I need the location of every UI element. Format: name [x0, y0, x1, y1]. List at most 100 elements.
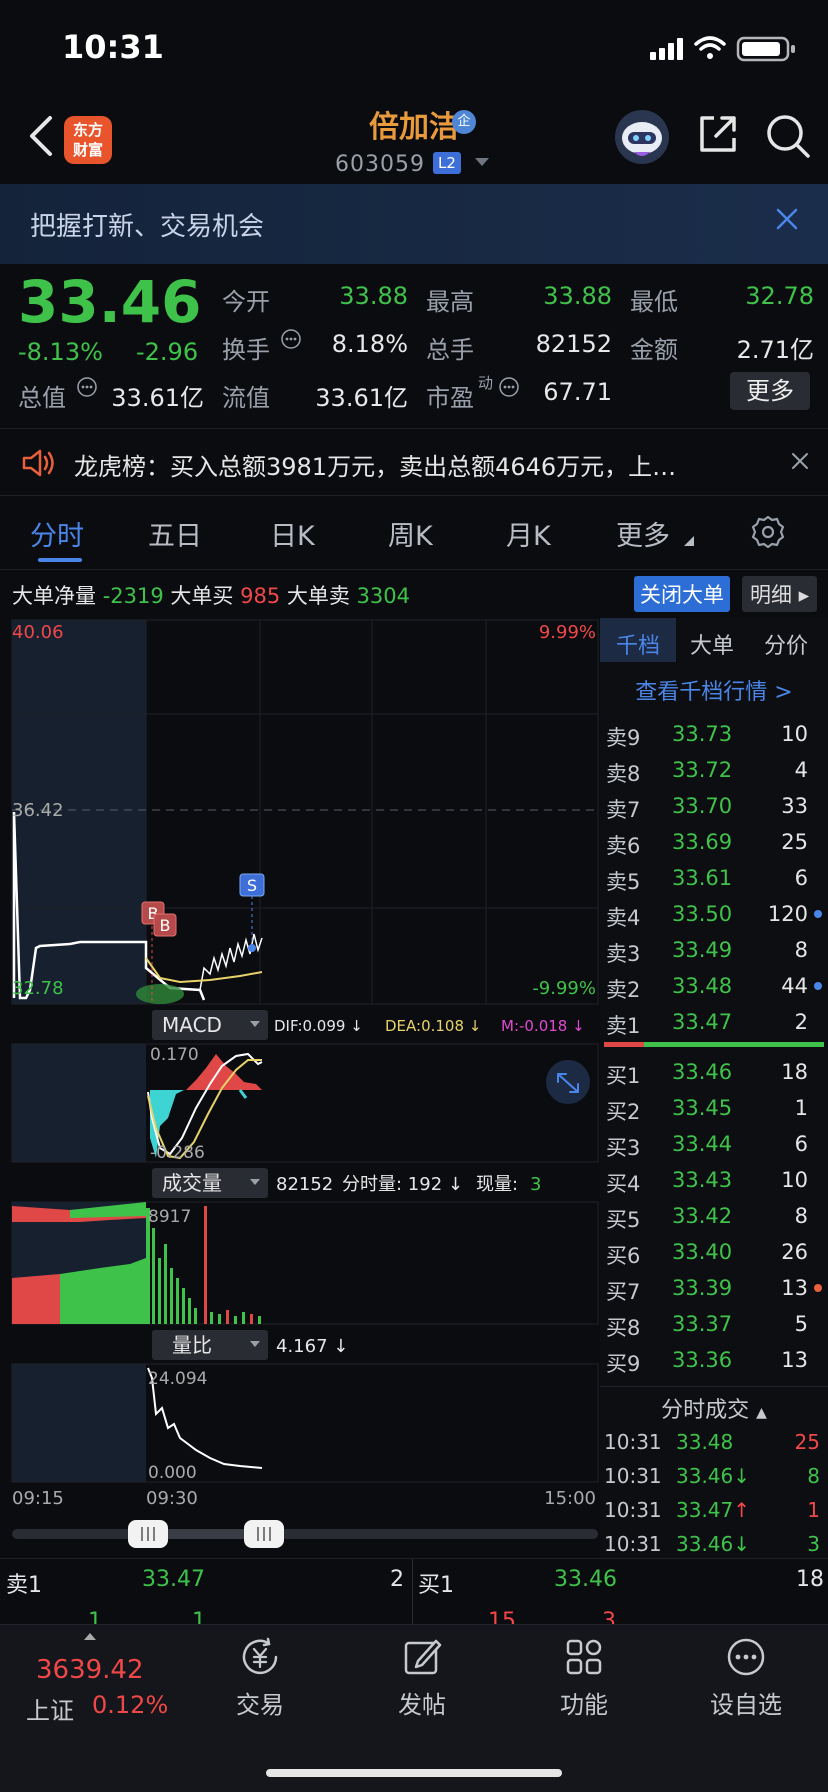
ratio-selector[interactable]: 量比	[152, 1330, 268, 1360]
promo-banner[interactable]: 把握打新、交易机会	[0, 184, 828, 264]
search-icon[interactable]	[764, 112, 812, 160]
ask-row[interactable]: 卖1 33.47 2	[600, 1004, 828, 1040]
book-tab-thousand[interactable]: 千档	[616, 628, 660, 660]
bid-row[interactable]: 买1 33.46 18	[600, 1054, 828, 1090]
trade-row: 10:31 33.48 25	[600, 1426, 828, 1460]
macd-label: MACD	[162, 1013, 222, 1037]
stock-code[interactable]: 603059	[335, 152, 425, 177]
ask-row[interactable]: 卖2 33.48 44	[600, 968, 828, 1004]
trade-price-value: 33.48	[676, 1430, 734, 1454]
ask-row[interactable]: 卖6 33.69 25	[600, 824, 828, 860]
bid-row[interactable]: 买6 33.40 26	[600, 1234, 828, 1270]
gear-icon[interactable]	[750, 514, 786, 550]
sell-value: 3304	[356, 584, 411, 608]
time-range-slider[interactable]	[0, 1512, 600, 1556]
sell-marker-s[interactable]: S	[239, 873, 265, 897]
ask-price: 33.73	[672, 722, 733, 746]
ask-row[interactable]: 卖3 33.49 8	[600, 932, 828, 968]
nav-add-watchlist-label: 设自选	[710, 1691, 782, 1719]
nav-trade[interactable]: 交易	[200, 1635, 320, 1720]
mktcap-value: 33.61亿	[111, 384, 204, 412]
strip-ask-label: 卖1	[6, 1573, 42, 1598]
nav-functions[interactable]: 功能	[524, 1635, 644, 1720]
trade-price: 33.46↓	[676, 1532, 750, 1556]
bid-volume: 8	[794, 1204, 808, 1228]
ask-row[interactable]: 卖4 33.50 120	[600, 896, 828, 932]
dragon-tiger-notice[interactable]: 龙虎榜：买入总额3981万元，卖出总额4646万元，上…	[0, 428, 828, 496]
index-pct: 0.12%	[92, 1691, 169, 1719]
tab-monthly-k[interactable]: 月K	[506, 514, 551, 553]
nav-functions-label: 功能	[560, 1691, 608, 1719]
m-value: M:-0.018 ↓	[501, 1017, 585, 1035]
level2-badge[interactable]: L2	[433, 152, 461, 174]
slider-handle-left[interactable]	[128, 1520, 168, 1548]
robot-assistant-icon[interactable]	[612, 108, 672, 166]
view-thousand-link[interactable]: 查看千档行情 >	[600, 674, 828, 706]
info-dots-icon[interactable]	[76, 376, 98, 398]
time-start: 09:15	[12, 1488, 64, 1509]
slider-handle-right[interactable]	[244, 1520, 284, 1548]
bid-row[interactable]: 买2 33.45 1	[600, 1090, 828, 1126]
buy-marker-b2[interactable]: B	[153, 913, 177, 937]
time-open: 09:30	[146, 1488, 198, 1509]
trades-title[interactable]: 分时成交 ▲	[600, 1392, 828, 1424]
bid-price: 33.42	[672, 1204, 733, 1228]
bid-row[interactable]: 买3 33.44 6	[600, 1126, 828, 1162]
tab-intraday[interactable]: 分时	[30, 514, 84, 553]
caret-up-icon[interactable]	[84, 1633, 96, 1640]
close-icon[interactable]	[772, 204, 802, 234]
trade-time: 10:31	[604, 1464, 662, 1488]
strip-bid-price: 33.46	[554, 1567, 617, 1592]
tab-more[interactable]: 更多	[616, 514, 670, 553]
book-tab-price-dist[interactable]: 分价	[764, 628, 808, 660]
caret-down-icon[interactable]	[475, 158, 489, 166]
ratio-low-label: 0.000	[148, 1463, 197, 1483]
macd-selector[interactable]: MACD	[152, 1010, 268, 1040]
share-icon[interactable]	[696, 112, 740, 156]
macd-pre-shade	[12, 1044, 146, 1162]
bid-row[interactable]: 买4 33.43 10	[600, 1162, 828, 1198]
volume-selector[interactable]: 成交量	[152, 1168, 268, 1198]
detail-button[interactable]: 明细 ▸	[742, 576, 818, 612]
ask-volume: 4	[794, 758, 808, 782]
price-low-label: 32.78	[12, 978, 64, 999]
big-order-summary: 大单净量 -2319 大单买 985 大单卖 3304	[12, 580, 410, 610]
nav-trade-label: 交易	[236, 1691, 284, 1719]
more-button[interactable]: 更多	[730, 372, 810, 410]
nav-post[interactable]: 发帖	[362, 1635, 482, 1720]
home-indicator[interactable]	[266, 1769, 562, 1777]
ask-price: 33.48	[672, 974, 733, 998]
intraday-charts[interactable]: B B S 40.06 36.42 32.78 9.99% -9.99% MAC…	[0, 618, 600, 1518]
mktcap-label: 总值	[18, 384, 66, 412]
sell-point	[248, 944, 256, 952]
info-dots-icon[interactable]	[280, 328, 302, 350]
ask-volume: 25	[781, 830, 808, 854]
bid-level: 买2	[606, 1100, 641, 1124]
bid-volume: 5	[794, 1312, 808, 1336]
close-big-order-button[interactable]: 关闭大单	[634, 576, 730, 612]
ask-row[interactable]: 卖7 33.70 33	[600, 788, 828, 824]
enterprise-badge: 企	[452, 110, 476, 134]
ask-row[interactable]: 卖9 33.73 10	[600, 716, 828, 752]
ask-row[interactable]: 卖8 33.72 4	[600, 752, 828, 788]
expand-icon[interactable]	[546, 1060, 590, 1104]
bid-row[interactable]: 买5 33.42 8	[600, 1198, 828, 1234]
ask-row[interactable]: 卖5 33.61 6	[600, 860, 828, 896]
more-dots-icon	[727, 1638, 765, 1676]
tab-weekly-k[interactable]: 周K	[388, 514, 433, 553]
trade-volume: 1	[807, 1498, 820, 1522]
change-amount: -2.96	[136, 338, 199, 366]
ask-level: 卖9	[606, 726, 641, 750]
tab-five-day[interactable]: 五日	[148, 514, 202, 553]
bid-row[interactable]: 买9 33.36 13	[600, 1342, 828, 1378]
tab-daily-k[interactable]: 日K	[270, 514, 315, 553]
nav-add-watchlist[interactable]: 设自选	[686, 1635, 806, 1720]
turnover-label: 换手	[222, 336, 270, 364]
trade-time: 10:31	[604, 1532, 662, 1556]
bid-row[interactable]: 买7 33.39 13	[600, 1270, 828, 1306]
close-icon[interactable]	[790, 451, 810, 471]
index-value[interactable]: 3639.42	[36, 1655, 144, 1685]
bid-row[interactable]: 买8 33.37 5	[600, 1306, 828, 1342]
signal-icon	[650, 38, 683, 60]
book-tab-big-order[interactable]: 大单	[690, 628, 734, 660]
